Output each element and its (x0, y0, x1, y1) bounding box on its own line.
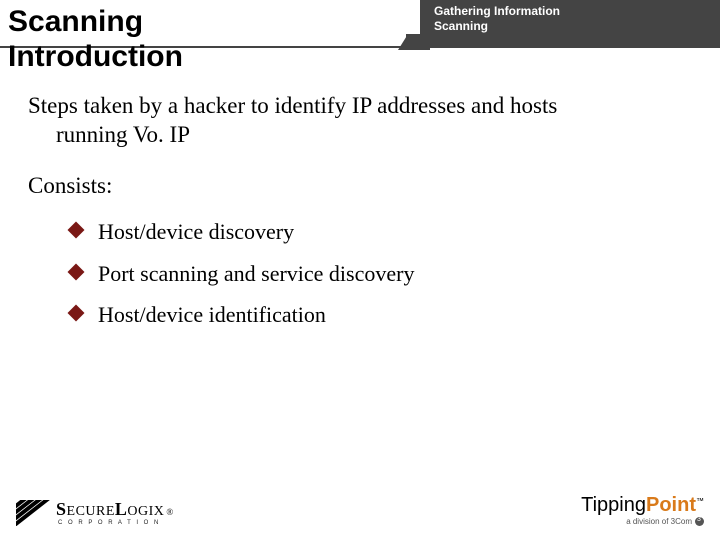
bullet-list: Host/device discovery Port scanning and … (70, 218, 692, 329)
trademark-icon: ™ (696, 496, 704, 505)
breadcrumb-line2: Scanning (434, 19, 712, 34)
securelogix-wordmark: S ECURE L OGIX ® (56, 499, 174, 520)
tippingpoint-subtext: a division of 3Com (581, 517, 704, 526)
securelogix-logo: S ECURE L OGIX ® C O R P O R A T I O N (16, 499, 174, 526)
body: Steps taken by a hacker to identify IP a… (28, 92, 692, 343)
bullet-text: Port scanning and service discovery (98, 261, 414, 286)
bullet-text: Host/device identification (98, 302, 326, 327)
list-item: Host/device identification (70, 301, 692, 329)
title-line1: Scanning (8, 5, 143, 38)
page-title: Scanning Introduction (8, 4, 183, 75)
3com-ball-icon (695, 517, 704, 526)
diamond-bullet-icon (68, 222, 85, 239)
title-line2: Introduction (8, 40, 183, 73)
diamond-bullet-icon (68, 305, 85, 322)
securelogix-stripes-icon (16, 500, 50, 526)
footer: S ECURE L OGIX ® C O R P O R A T I O N T… (0, 484, 720, 530)
list-item: Host/device discovery (70, 218, 692, 246)
breadcrumb-line1: Gathering Information (434, 4, 712, 19)
diamond-bullet-icon (68, 263, 85, 280)
tippingpoint-wordmark: TippingPoint™ (581, 494, 704, 517)
lead-line2: running Vo. IP (28, 121, 692, 150)
lead-line1: Steps taken by a hacker to identify IP a… (28, 93, 557, 118)
breadcrumb-notch-tri (398, 34, 408, 50)
lead-text: Steps taken by a hacker to identify IP a… (28, 92, 692, 150)
list-item: Port scanning and service discovery (70, 260, 692, 288)
breadcrumb: Gathering Information Scanning (420, 0, 720, 48)
consists-label: Consists: (28, 172, 692, 201)
bullet-text: Host/device discovery (98, 219, 294, 244)
breadcrumb-notch (406, 34, 430, 50)
tippingpoint-logo: TippingPoint™ a division of 3Com (581, 494, 704, 526)
registered-icon: ® (166, 507, 173, 517)
securelogix-subtext: C O R P O R A T I O N (58, 520, 174, 526)
